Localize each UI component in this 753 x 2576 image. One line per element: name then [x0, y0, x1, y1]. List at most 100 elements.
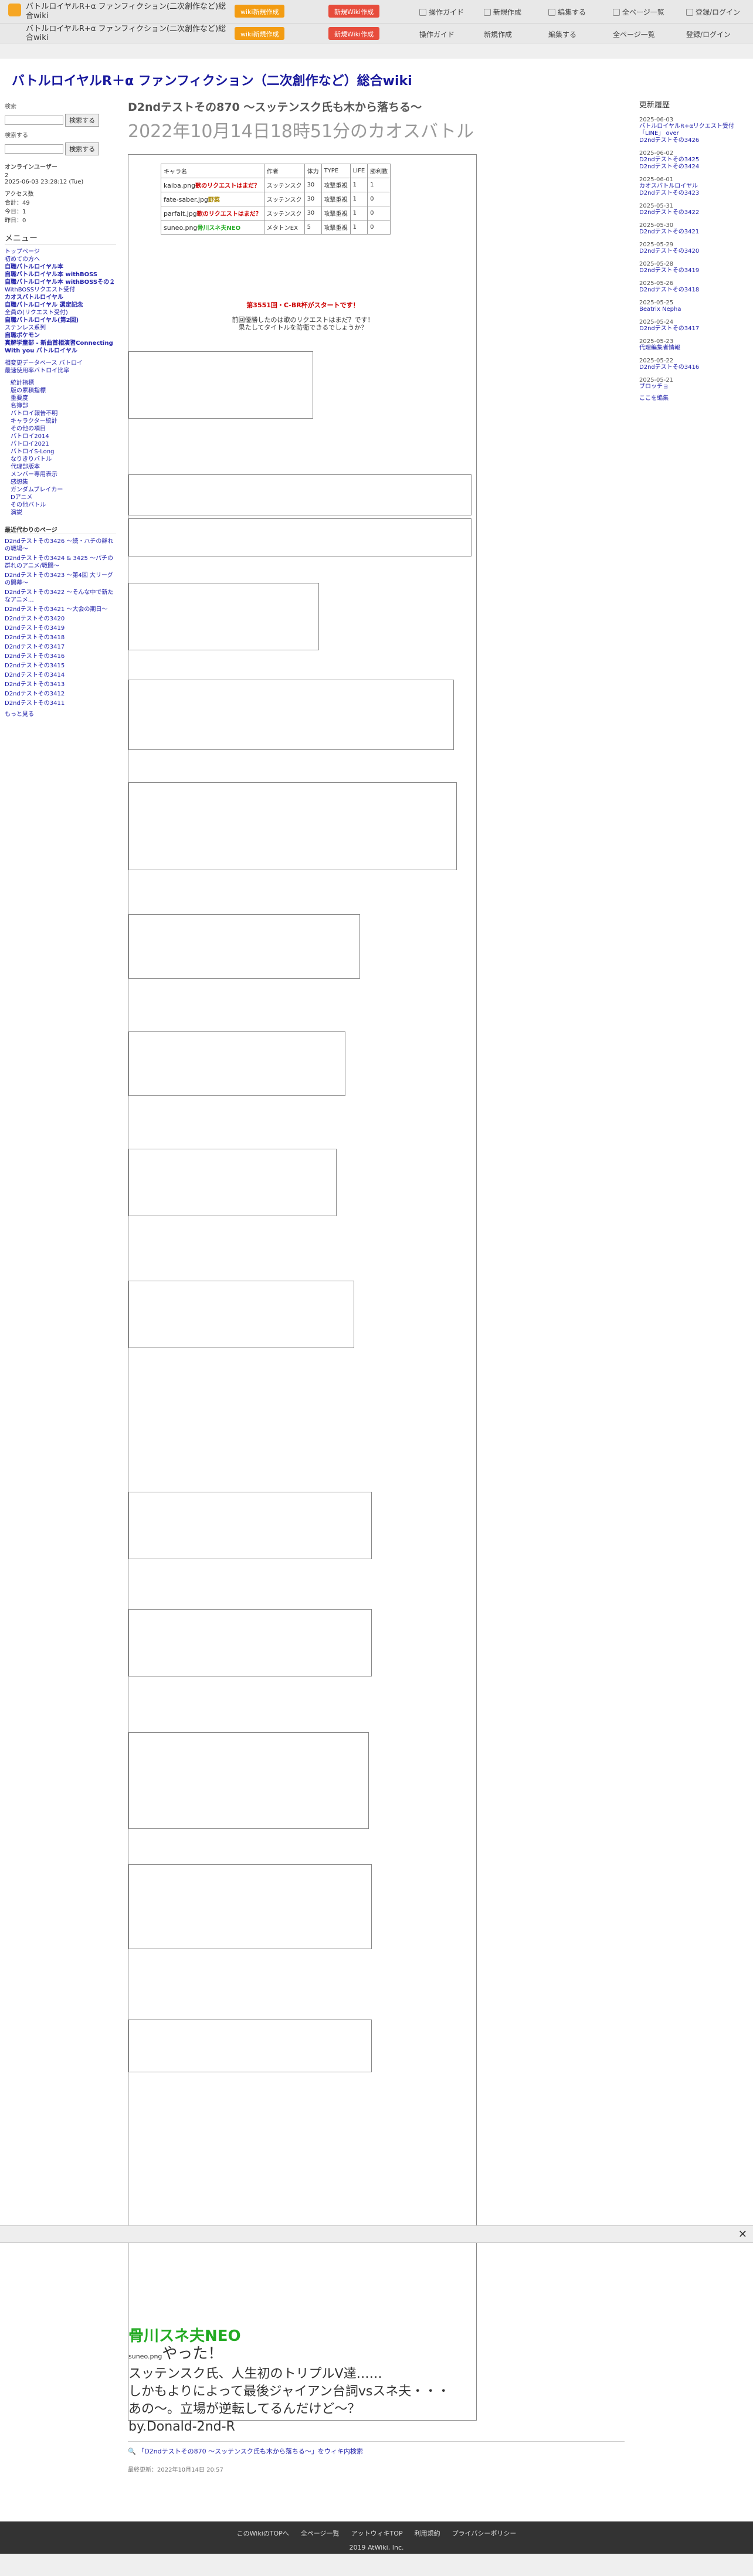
page-wrapper: バトルロイヤルR＋α ファンフィクション（二次創作など）総合wiki 検索 検索…: [0, 59, 753, 2554]
menu2-item[interactable]: ガンダムブレイカー: [5, 486, 116, 494]
search-input[interactable]: [5, 115, 63, 125]
recent-edit-item[interactable]: D2ndテストその3421 〜大会の期日〜: [5, 606, 116, 613]
topbar-title[interactable]: バトルロイヤルR+α ファンフィクション(二次創作など)総合wiki: [26, 2, 228, 21]
menu-item[interactable]: 自職バトルロイヤル本 withBOSSその２: [5, 279, 116, 286]
char-name[interactable]: 野菜: [208, 197, 220, 203]
history-item[interactable]: D2ndテストその3425: [639, 157, 745, 164]
char-name[interactable]: 歌のリクエストはまだ？: [197, 211, 262, 218]
edit-link-2[interactable]: 編集する: [548, 29, 576, 39]
meta-link[interactable]: 相変更データベース バトロイ: [5, 359, 116, 367]
wiki-search-link[interactable]: 「D2ndテストその870 〜スッテンスク氏も木から落ちる〜」をウィキ内検索: [138, 2448, 363, 2455]
menu2-item[interactable]: バトロイ2014: [5, 433, 116, 440]
search2-button[interactable]: 検索する: [65, 142, 100, 155]
history-item[interactable]: D2ndテストその3426: [639, 137, 745, 144]
menu-item[interactable]: 真解学童部 - 新曲首相演習Connecting With you バトルロイヤ…: [5, 340, 116, 355]
meta-link[interactable]: 最速使用率バトロイ比率: [5, 367, 116, 375]
menu2-item[interactable]: 統計指標: [5, 379, 116, 387]
menu2-item[interactable]: 版の累積指標: [5, 387, 116, 395]
history-item[interactable]: D2ndテストその3421: [639, 229, 745, 236]
close-icon[interactable]: ✕: [738, 2228, 747, 2241]
recent-edit-item[interactable]: D2ndテストその3419: [5, 625, 116, 632]
menu-item[interactable]: 自職バトルロイヤル 選定記念: [5, 301, 116, 309]
recent-edit-item[interactable]: D2ndテストその3412: [5, 690, 116, 698]
search-button[interactable]: 検索する: [65, 114, 100, 127]
menu2-item[interactable]: その他の項目: [5, 425, 116, 433]
all-pages-link-2[interactable]: 全ページ一覧: [613, 29, 655, 39]
menu-item[interactable]: 自職ポケモン: [5, 332, 116, 340]
new-wiki-button-2[interactable]: 新規Wiki作成: [328, 27, 380, 40]
recent-edit-item[interactable]: D2ndテストその3423 〜第4回 大リーグの開幕〜: [5, 572, 116, 587]
search2-input[interactable]: [5, 144, 63, 154]
new-page-link[interactable]: 新規作成: [484, 7, 521, 17]
menu2-item[interactable]: 代理部版本: [5, 463, 116, 471]
guide-link[interactable]: 操作ガイド: [419, 7, 464, 17]
recent-edit-item[interactable]: D2ndテストその3417: [5, 643, 116, 651]
wiki-create-button-2[interactable]: wiki新規作成: [235, 27, 285, 40]
recent-edit-item[interactable]: D2ndテストその3418: [5, 634, 116, 642]
history-item[interactable]: カオスバトルロイヤル: [639, 183, 745, 190]
edit-here-link[interactable]: ここを編集: [639, 395, 745, 402]
history-item[interactable]: D2ndテストその3417: [639, 325, 745, 332]
menu2-item[interactable]: 感想集: [5, 478, 116, 486]
history-item[interactable]: D2ndテストその3418: [639, 287, 745, 294]
header-title[interactable]: バトルロイヤルR+α ファンフィクション(二次創作など)総合wiki: [26, 25, 228, 42]
history-item[interactable]: ブロッチョ: [639, 383, 745, 391]
menu-item[interactable]: 全員の(リクエスト受付): [5, 309, 116, 317]
menu2-item[interactable]: Dアニメ: [5, 494, 116, 501]
more-link[interactable]: もっと見る: [5, 711, 116, 718]
edit-link[interactable]: 編集する: [548, 7, 586, 17]
history-item[interactable]: D2ndテストその3420: [639, 248, 745, 255]
char-name[interactable]: 骨川スネ夫NEO: [197, 225, 240, 232]
recent-edit-item[interactable]: D2ndテストその3426 〜続・ハチの群れの戦場〜: [5, 538, 116, 553]
footer-link[interactable]: プライバシーポリシー: [452, 2530, 517, 2537]
guide-link-2[interactable]: 操作ガイド: [419, 29, 454, 39]
all-pages-link[interactable]: 全ページ一覧: [613, 7, 664, 17]
history-item[interactable]: D2ndテストその3422: [639, 209, 745, 216]
menu-item[interactable]: 初めての方へ: [5, 256, 116, 263]
menu2-item[interactable]: 名簿部: [5, 402, 116, 410]
menu-item[interactable]: 自職バトルロイヤル本: [5, 263, 116, 271]
wiki-create-button[interactable]: wiki新規作成: [235, 5, 285, 18]
new-wiki-button[interactable]: 新規Wiki作成: [328, 5, 380, 18]
recent-edit-item[interactable]: D2ndテストその3415: [5, 662, 116, 670]
menu2-item[interactable]: 演説: [5, 509, 116, 517]
menu2-item[interactable]: なりきりバトル: [5, 456, 116, 463]
menu2-item[interactable]: バトロイS-Long: [5, 448, 116, 456]
menu-item[interactable]: 自職バトルロイヤル(第2回): [5, 317, 116, 324]
menu-item[interactable]: ステンレス系列: [5, 324, 116, 332]
history-item[interactable]: D2ndテストその3423: [639, 190, 745, 197]
history-item[interactable]: Beatrix Nepha: [639, 306, 745, 313]
recent-edit-item[interactable]: D2ndテストその3411: [5, 700, 116, 707]
footer-link[interactable]: このWikiのTOPへ: [237, 2530, 289, 2537]
footer-link[interactable]: 利用規約: [415, 2530, 440, 2537]
menu-item[interactable]: トップページ: [5, 248, 116, 256]
char-name[interactable]: 歌のリクエストはまだ？: [195, 183, 260, 189]
history-item[interactable]: バトルロイヤルR+αリクエスト受付「LINE」 over: [639, 123, 745, 137]
login-link[interactable]: 登録/ログイン: [686, 7, 740, 17]
menu2-item[interactable]: メンバー専用表示: [5, 471, 116, 478]
menu2-item[interactable]: その他バトル: [5, 501, 116, 509]
menu-item[interactable]: カオスバトルロイヤル: [5, 294, 116, 301]
history-item[interactable]: D2ndテストその3424: [639, 164, 745, 171]
site-logo[interactable]: [8, 4, 21, 16]
recent-edit-item[interactable]: D2ndテストその3414: [5, 671, 116, 679]
menu2-item[interactable]: バトロイ報告不明: [5, 410, 116, 418]
history-item[interactable]: D2ndテストその3416: [639, 364, 745, 371]
footer-link[interactable]: アットウィキTOP: [351, 2530, 403, 2537]
footer-link[interactable]: 全ページ一覧: [301, 2530, 340, 2537]
history-item[interactable]: D2ndテストその3419: [639, 267, 745, 274]
history-item[interactable]: 代理編集者情報: [639, 345, 745, 352]
site-title[interactable]: バトルロイヤルR＋α ファンフィクション（二次創作など）総合wiki: [12, 70, 412, 89]
menu-item[interactable]: 自職バトルロイヤル本 withBOSS: [5, 271, 116, 279]
recent-edit-item[interactable]: D2ndテストその3424 & 3425 〜パチの群れのアニメ/戦闘〜: [5, 555, 116, 570]
menu2-item[interactable]: バトロイ2021: [5, 440, 116, 448]
recent-edit-item[interactable]: D2ndテストその3413: [5, 681, 116, 688]
recent-edit-item[interactable]: D2ndテストその3416: [5, 653, 116, 660]
recent-edit-item[interactable]: D2ndテストその3420: [5, 615, 116, 623]
menu2-item[interactable]: 重要度: [5, 395, 116, 402]
login-link-2[interactable]: 登録/ログイン: [686, 29, 731, 39]
menu2-item[interactable]: キャラクター統計: [5, 418, 116, 425]
recent-edit-item[interactable]: D2ndテストその3422 〜そんな中で新たなアニメ…: [5, 589, 116, 604]
menu-item[interactable]: WithBOSSリクエスト受付: [5, 286, 116, 294]
new-page-link-2[interactable]: 新規作成: [484, 29, 512, 39]
